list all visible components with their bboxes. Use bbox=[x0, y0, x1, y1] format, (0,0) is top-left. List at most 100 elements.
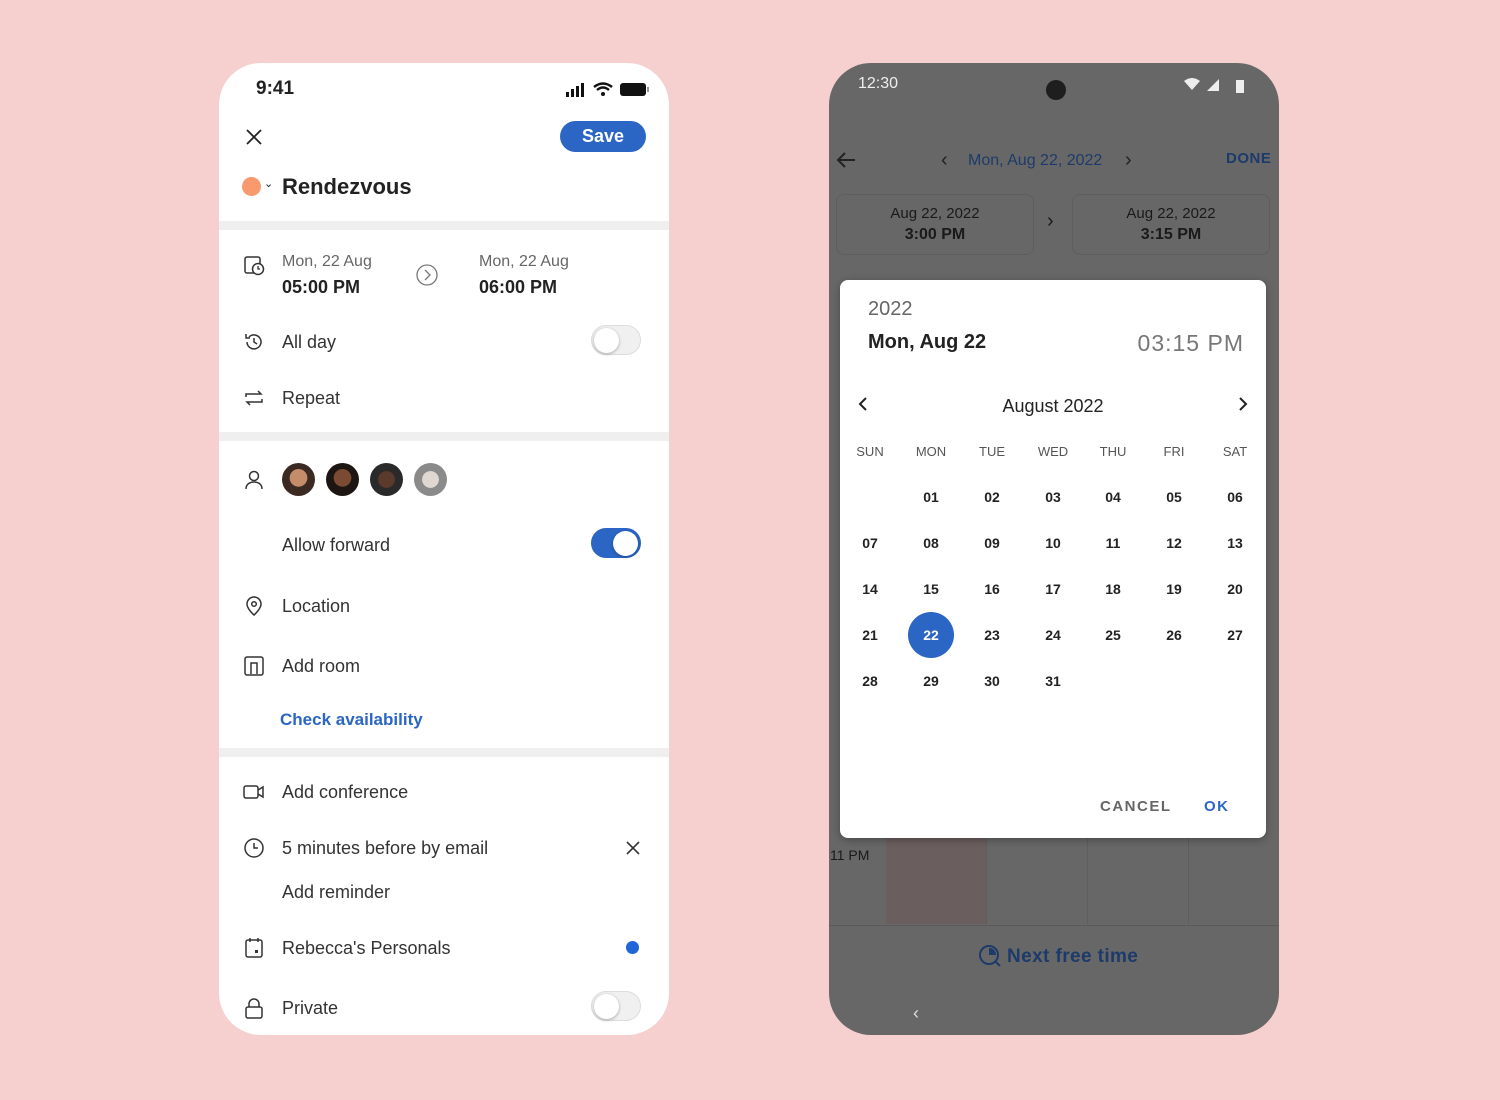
all-day-toggle[interactable] bbox=[591, 325, 641, 355]
remove-reminder-icon[interactable] bbox=[626, 841, 640, 855]
calendar-day[interactable]: 05 bbox=[1151, 474, 1197, 520]
weekday-header: WED bbox=[1037, 444, 1069, 459]
date-picker-phone: 12:30 ‹ Mon, Aug 22, 2022 › DONE Aug 22,… bbox=[829, 63, 1279, 1035]
arrow-right-circle-icon bbox=[416, 264, 438, 286]
start-box[interactable]: Aug 22, 2022 3:00 PM bbox=[836, 194, 1034, 255]
check-availability-link[interactable]: Check availability bbox=[280, 710, 423, 730]
nav-back-icon[interactable]: ‹ bbox=[913, 1003, 919, 1024]
calendar-color-dot bbox=[626, 941, 639, 954]
prev-day-icon[interactable]: ‹ bbox=[941, 149, 948, 172]
next-free-time-button[interactable]: Next free time bbox=[1007, 946, 1138, 968]
next-day-icon[interactable]: › bbox=[1125, 149, 1132, 172]
attendee-avatar[interactable] bbox=[414, 463, 447, 496]
calendar-clock-icon bbox=[244, 256, 265, 276]
end-time[interactable]: 06:00 PM bbox=[479, 277, 557, 298]
camera-cutout bbox=[1046, 80, 1066, 100]
date-picker-dialog: 2022 Mon, Aug 22 03:15 PM August 2022 SU… bbox=[840, 280, 1266, 838]
calendar-day[interactable]: 27 bbox=[1212, 612, 1258, 658]
calendar-day[interactable]: 30 bbox=[969, 658, 1015, 704]
calendar-day[interactable]: 01 bbox=[908, 474, 954, 520]
lock-icon bbox=[245, 998, 263, 1019]
calendar-day[interactable]: 21 bbox=[847, 612, 893, 658]
status-icons bbox=[1184, 78, 1244, 93]
event-title[interactable]: Rendezvous bbox=[282, 174, 412, 200]
calendar-day[interactable]: 02 bbox=[969, 474, 1015, 520]
calendar-label[interactable]: Rebecca's Personals bbox=[282, 938, 451, 959]
attendee-avatar[interactable] bbox=[282, 463, 315, 496]
ok-button[interactable]: OK bbox=[1204, 798, 1230, 815]
dialog-time[interactable]: 03:15 PM bbox=[1138, 330, 1244, 357]
cancel-button[interactable]: CANCEL bbox=[1100, 798, 1172, 815]
back-arrow-icon[interactable] bbox=[835, 151, 857, 169]
dialog-year[interactable]: 2022 bbox=[868, 298, 913, 321]
calendar-day[interactable]: 12 bbox=[1151, 520, 1197, 566]
weekday-header: MON bbox=[915, 444, 947, 459]
event-color-dot[interactable] bbox=[242, 177, 261, 196]
clock-icon bbox=[244, 838, 264, 858]
allow-forward-toggle[interactable] bbox=[591, 528, 641, 558]
private-toggle[interactable] bbox=[591, 991, 641, 1021]
month-label: August 2022 bbox=[1002, 396, 1104, 416]
weekday-header: SAT bbox=[1222, 444, 1248, 459]
status-time: 9:41 bbox=[256, 78, 295, 99]
location-field[interactable]: Location bbox=[282, 596, 350, 617]
start-date[interactable]: Mon, 22 Aug bbox=[282, 253, 372, 271]
start-time[interactable]: 05:00 PM bbox=[282, 277, 360, 298]
video-icon bbox=[243, 785, 264, 799]
weekday-header: THU bbox=[1099, 444, 1127, 459]
next-month-icon[interactable] bbox=[1237, 396, 1249, 412]
calendar-day[interactable]: 17 bbox=[1030, 566, 1076, 612]
start-box-date: Aug 22, 2022 bbox=[890, 205, 980, 222]
status-icons bbox=[566, 82, 649, 97]
private-label: Private bbox=[282, 998, 339, 1018]
weekday-header: SUN bbox=[856, 444, 884, 459]
attendee-avatar[interactable] bbox=[370, 463, 403, 496]
calendar-day[interactable]: 25 bbox=[1090, 612, 1136, 658]
calendar-day[interactable]: 18 bbox=[1090, 566, 1136, 612]
calendar-day[interactable]: 23 bbox=[969, 612, 1015, 658]
calendar-day[interactable]: 07 bbox=[847, 520, 893, 566]
done-button[interactable]: DONE bbox=[1226, 150, 1271, 167]
calendar-day[interactable]: 08 bbox=[908, 520, 954, 566]
all-day-label: All day bbox=[282, 332, 337, 352]
selected-day[interactable]: 22 bbox=[908, 612, 954, 658]
calendar-day[interactable]: 28 bbox=[847, 658, 893, 704]
calendar-day[interactable]: 16 bbox=[969, 566, 1015, 612]
calendar-day[interactable]: 20 bbox=[1212, 566, 1258, 612]
calendar-day[interactable]: 26 bbox=[1151, 612, 1197, 658]
next-free-time-icon bbox=[979, 945, 1001, 967]
calendar-day[interactable]: 11 bbox=[1090, 520, 1136, 566]
header-date[interactable]: Mon, Aug 22, 2022 bbox=[968, 152, 1102, 170]
dialog-date[interactable]: Mon, Aug 22 bbox=[868, 331, 986, 354]
calendar-day[interactable]: 10 bbox=[1030, 520, 1076, 566]
event-block bbox=[886, 838, 986, 924]
calendar-day[interactable]: 29 bbox=[908, 658, 954, 704]
end-box-time: 3:15 PM bbox=[1140, 226, 1202, 243]
calendar-day[interactable]: 04 bbox=[1090, 474, 1136, 520]
close-icon[interactable] bbox=[246, 129, 262, 145]
attendee-avatar[interactable] bbox=[326, 463, 359, 496]
allow-forward-label: Allow forward bbox=[282, 535, 391, 555]
chevron-down-icon[interactable]: ⌄ bbox=[264, 177, 273, 190]
calendar-day[interactable]: 06 bbox=[1212, 474, 1258, 520]
calendar-day[interactable]: 31 bbox=[1030, 658, 1076, 704]
add-room-button[interactable]: Add room bbox=[282, 656, 360, 677]
add-reminder-button[interactable]: Add reminder bbox=[282, 882, 390, 903]
add-conference-button[interactable]: Add conference bbox=[282, 782, 408, 803]
calendar-day[interactable]: 03 bbox=[1030, 474, 1076, 520]
calendar-day[interactable]: 24 bbox=[1030, 612, 1076, 658]
end-date[interactable]: Mon, 22 Aug bbox=[479, 253, 569, 271]
calendar-day[interactable]: 19 bbox=[1151, 566, 1197, 612]
calendar-day[interactable]: 13 bbox=[1212, 520, 1258, 566]
repeat-label[interactable]: Repeat bbox=[282, 388, 340, 409]
calendar-day[interactable]: 14 bbox=[847, 566, 893, 612]
weekday-header: FRI bbox=[1163, 444, 1185, 459]
save-button[interactable]: Save bbox=[560, 121, 646, 152]
status-time: 12:30 bbox=[858, 75, 899, 92]
hour-label: 11 PM bbox=[830, 847, 870, 863]
calendar-day[interactable]: 15 bbox=[908, 566, 954, 612]
calendar-day[interactable]: 09 bbox=[969, 520, 1015, 566]
weekday-header: TUE bbox=[979, 444, 1005, 459]
end-box[interactable]: Aug 22, 2022 3:15 PM bbox=[1072, 194, 1270, 255]
reminder-label[interactable]: 5 minutes before by email bbox=[282, 838, 488, 859]
